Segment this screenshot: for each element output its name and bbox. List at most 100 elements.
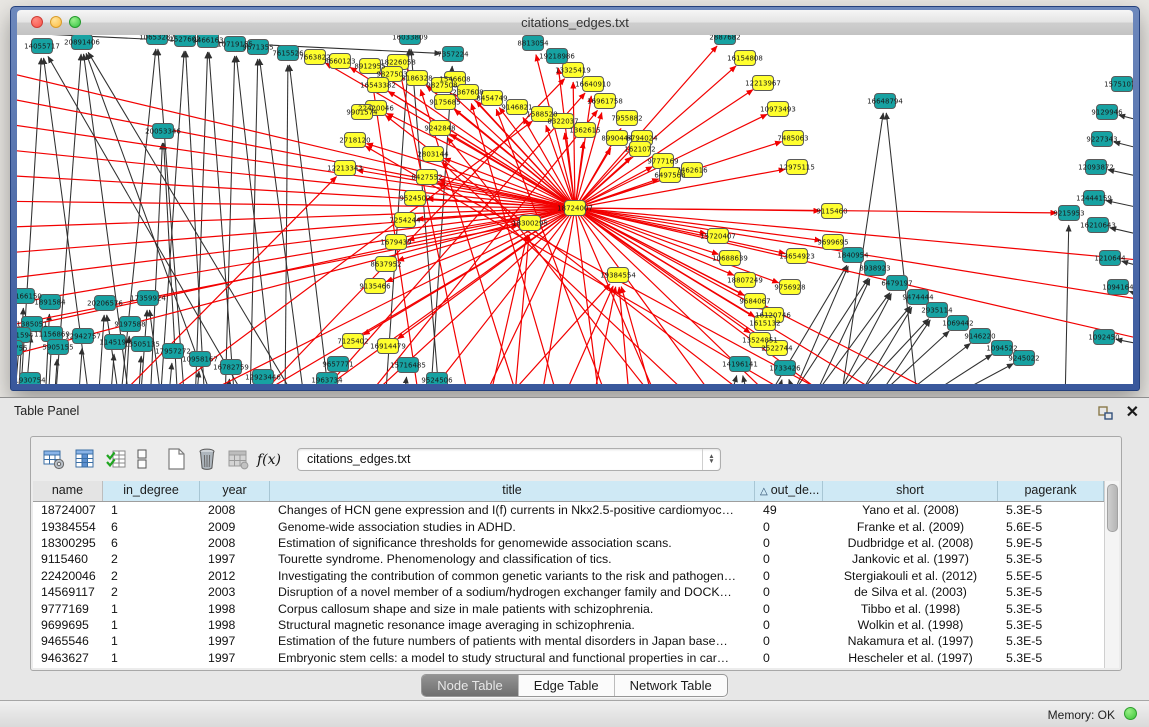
table-cell[interactable]: 1998 xyxy=(200,618,270,632)
table-cell[interactable]: 1 xyxy=(103,602,200,616)
table-cell[interactable]: Embryonic stem cells: a model to study s… xyxy=(270,651,755,665)
table-cell[interactable]: 49 xyxy=(755,503,823,517)
window-titlebar[interactable]: citations_edges.txt xyxy=(17,10,1133,36)
table-cell[interactable]: 1 xyxy=(103,618,200,632)
table-cell[interactable]: 0 xyxy=(755,651,823,665)
table-cell[interactable]: 9777169 xyxy=(33,602,103,616)
show-column-icon[interactable] xyxy=(72,446,98,472)
column-header-short[interactable]: short xyxy=(823,481,998,501)
zoom-window-icon[interactable] xyxy=(69,16,81,28)
column-header-title[interactable]: title xyxy=(270,481,755,501)
table-cell[interactable]: 1997 xyxy=(200,651,270,665)
table-cell[interactable]: 6 xyxy=(103,520,200,534)
network-canvas[interactable]: 1872400718300295193845548660123891295518… xyxy=(17,35,1133,384)
table-cell[interactable]: 19384554 xyxy=(33,520,103,534)
table-settings-icon[interactable] xyxy=(41,446,67,472)
table-cell[interactable]: 1998 xyxy=(200,602,270,616)
table-cell[interactable]: de Silva et al. (2003) xyxy=(823,585,998,599)
table-cell[interactable]: 5.6E-5 xyxy=(998,520,1104,534)
table-cell[interactable]: Jankovic et al. (1997) xyxy=(823,552,998,566)
table-cell[interactable]: Estimation of significance thresholds fo… xyxy=(270,536,755,550)
table-cell[interactable]: 0 xyxy=(755,520,823,534)
close-window-icon[interactable] xyxy=(31,16,43,28)
new-column-icon[interactable] xyxy=(163,446,189,472)
table-cell[interactable]: 18724007 xyxy=(33,503,103,517)
delete-column-icon[interactable] xyxy=(194,446,220,472)
table-cell[interactable]: 2008 xyxy=(200,503,270,517)
table-cell[interactable]: Franke et al. (2009) xyxy=(823,520,998,534)
table-cell[interactable]: 0 xyxy=(755,618,823,632)
table-cell[interactable]: 1997 xyxy=(200,634,270,648)
table-cell[interactable]: 2012 xyxy=(200,569,270,583)
table-cell[interactable]: 0 xyxy=(755,569,823,583)
table-cell[interactable]: 9465546 xyxy=(33,634,103,648)
table-cell[interactable]: 5.3E-5 xyxy=(998,503,1104,517)
column-header-in_degree[interactable]: in_degree xyxy=(103,481,200,501)
table-cell[interactable]: Yano et al. (2008) xyxy=(823,503,998,517)
table-cell[interactable]: 5.3E-5 xyxy=(998,602,1104,616)
import-table-icon[interactable] xyxy=(103,446,129,472)
table-cell[interactable]: 0 xyxy=(755,552,823,566)
table-cell[interactable]: Hescheler et al. (1997) xyxy=(823,651,998,665)
table-cell[interactable]: 9699695 xyxy=(33,618,103,632)
table-cell[interactable]: 22420046 xyxy=(33,569,103,583)
table-cell[interactable]: Wolkin et al. (1998) xyxy=(823,618,998,632)
network-view-window[interactable]: citations_edges.txt 18724007183002951938… xyxy=(10,6,1140,391)
table-cell[interactable]: 5.9E-5 xyxy=(998,536,1104,550)
table-cell[interactable]: Tourette syndrome. Phenomenology and cla… xyxy=(270,552,755,566)
node-label: 16782759 xyxy=(213,363,249,371)
table-cell[interactable]: Tibbo et al. (1998) xyxy=(823,602,998,616)
table-cell[interactable]: 1 xyxy=(103,634,200,648)
network-edge xyxy=(236,56,275,384)
table-cell[interactable]: Disruption of a novel member of a sodium… xyxy=(270,585,755,599)
close-icon[interactable]: ✕ xyxy=(1126,402,1139,422)
table-cell[interactable]: Dudbridge et al. (2008) xyxy=(823,536,998,550)
table-cell[interactable]: 2003 xyxy=(200,585,270,599)
table-cell[interactable]: Structural magnetic resonance image aver… xyxy=(270,618,755,632)
minimize-window-icon[interactable] xyxy=(50,16,62,28)
tab-edge-table[interactable]: Edge Table xyxy=(518,675,614,696)
table-cell[interactable]: 2 xyxy=(103,552,200,566)
table-cell[interactable]: 14569117 xyxy=(33,585,103,599)
column-header-name[interactable]: name xyxy=(33,481,103,501)
column-header-year[interactable]: year xyxy=(200,481,270,501)
table-cell[interactable]: 5.5E-5 xyxy=(998,569,1104,583)
table-cell[interactable]: 5.3E-5 xyxy=(998,651,1104,665)
table-cell[interactable]: 0 xyxy=(755,585,823,599)
table-cell[interactable]: Nakamura et al. (1997) xyxy=(823,634,998,648)
table-cell[interactable]: 5.3E-5 xyxy=(998,634,1104,648)
table-cell[interactable]: 2009 xyxy=(200,520,270,534)
column-header-pagerank[interactable]: pagerank xyxy=(998,481,1104,501)
table-cell[interactable]: 1 xyxy=(103,651,200,665)
table-cell[interactable]: 2 xyxy=(103,585,200,599)
tab-node-table[interactable]: Node Table xyxy=(422,675,518,696)
table-cell[interactable]: Estimation of the future numbers of pati… xyxy=(270,634,755,648)
table-cell[interactable]: 1997 xyxy=(200,552,270,566)
table-cell[interactable]: Stergiakouli et al. (2012) xyxy=(823,569,998,583)
table-cell[interactable]: 2 xyxy=(103,569,200,583)
vertical-scrollbar[interactable] xyxy=(1104,481,1119,668)
table-cell[interactable]: 0 xyxy=(755,634,823,648)
table-cell[interactable]: 5.3E-5 xyxy=(998,585,1104,599)
table-cell[interactable]: Genome-wide association studies in ADHD. xyxy=(270,520,755,534)
column-header-out_de[interactable]: △out_de... xyxy=(755,481,823,501)
function-builder-icon[interactable]: f(x) xyxy=(256,446,282,472)
table-cell[interactable]: Corpus callosum shape and size in male p… xyxy=(270,602,755,616)
float-window-icon[interactable] xyxy=(1097,405,1115,421)
table-cell[interactable]: Changes of HCN gene expression and I(f) … xyxy=(270,503,755,517)
tab-network-table[interactable]: Network Table xyxy=(614,675,727,696)
table-cell[interactable]: 5.3E-5 xyxy=(998,552,1104,566)
table-cell[interactable]: 18300295 xyxy=(33,536,103,550)
scrollbar-thumb[interactable] xyxy=(1107,484,1118,532)
table-cell[interactable]: 9463627 xyxy=(33,651,103,665)
table-cell[interactable]: 0 xyxy=(755,536,823,550)
table-cell[interactable]: 1 xyxy=(103,503,200,517)
table-cell[interactable]: 6 xyxy=(103,536,200,550)
table-cell[interactable]: 0 xyxy=(755,602,823,616)
rows-icon[interactable] xyxy=(134,446,150,472)
table-cell[interactable]: 5.3E-5 xyxy=(998,618,1104,632)
table-cell[interactable]: Investigating the contribution of common… xyxy=(270,569,755,583)
table-selector-dropdown[interactable]: citations_edges.txt ▲▼ xyxy=(297,448,721,471)
table-cell[interactable]: 9115460 xyxy=(33,552,103,566)
table-cell[interactable]: 2008 xyxy=(200,536,270,550)
